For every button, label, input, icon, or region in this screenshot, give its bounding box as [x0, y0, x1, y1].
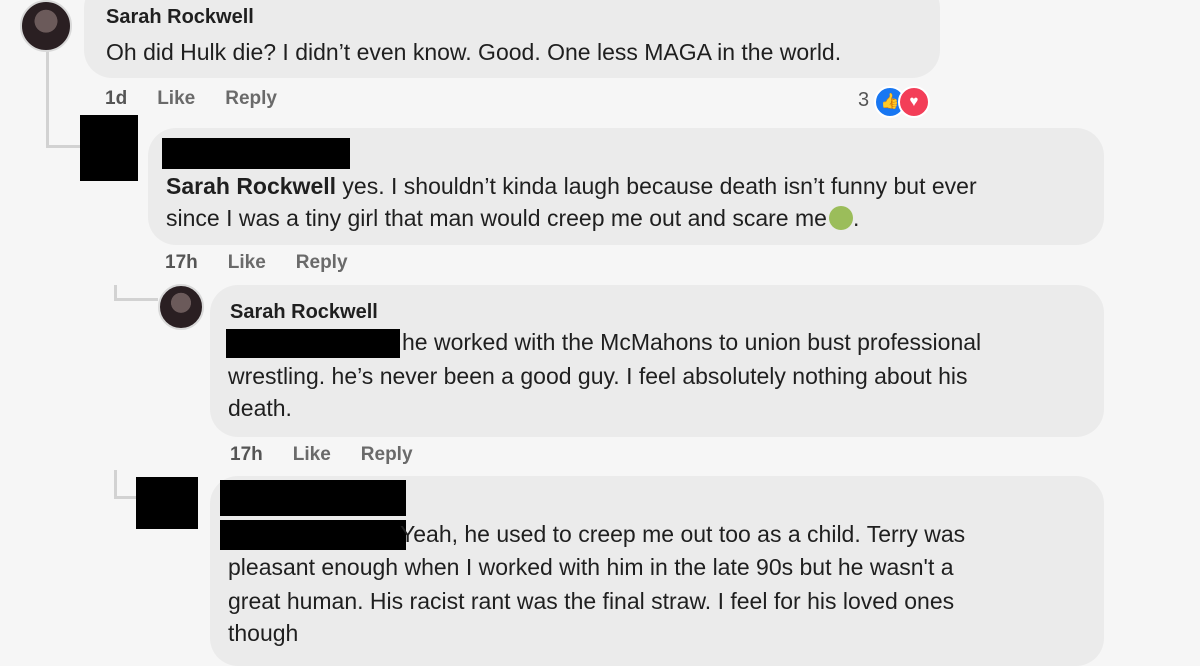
reply-button[interactable]: Reply [225, 88, 277, 110]
thread-line [46, 50, 49, 145]
redacted-name [162, 138, 350, 169]
reaction-count[interactable]: 3 [858, 89, 869, 112]
comment-bubble: Sarah Rockwell he worked with the McMaho… [210, 285, 1104, 437]
avatar[interactable] [20, 0, 72, 52]
mention-link[interactable]: Sarah Rockwell [166, 173, 336, 199]
comment-actions: 17h Like Reply [230, 444, 413, 466]
comment-text: Yeah, he used to creep me out too as a c… [400, 521, 966, 547]
thread-line [114, 298, 158, 301]
love-reaction-icon: ♥ [898, 86, 930, 118]
like-button[interactable]: Like [228, 252, 266, 274]
comment-text: great human. His racist rant was the fin… [228, 588, 955, 614]
comment-text: since I was a tiny girl that man would c… [166, 205, 860, 231]
comment-author[interactable]: Sarah Rockwell [106, 6, 254, 29]
emoji-icon [828, 206, 853, 230]
thread-line [114, 496, 136, 499]
comment-text: pleasant enough when I worked with him i… [228, 554, 954, 580]
thread-line [46, 145, 80, 148]
comment-timestamp[interactable]: 1d [105, 88, 127, 110]
redacted-avatar[interactable] [136, 477, 198, 529]
comment-author[interactable]: Sarah Rockwell [230, 301, 378, 324]
redacted-mention [226, 329, 400, 358]
comment-bubble: Yeah, he used to creep me out too as a c… [210, 476, 1104, 666]
comment-text: death. [228, 395, 292, 421]
comment-text: Oh did Hulk die? I didn’t even know. Goo… [106, 39, 842, 65]
comment-bubble: Sarah Rockwell yes. I shouldn’t kinda la… [148, 128, 1104, 245]
like-button[interactable]: Like [157, 88, 195, 110]
comment-text: he worked with the McMahons to union bus… [402, 329, 982, 355]
redacted-mention [220, 520, 406, 550]
comment-text: wrestling. he’s never been a good guy. I… [228, 363, 968, 389]
redacted-avatar[interactable] [80, 115, 138, 181]
comment-timestamp[interactable]: 17h [165, 252, 198, 274]
comment-actions: 17h Like Reply [165, 252, 348, 274]
redacted-name [220, 480, 406, 516]
comment-text: though [228, 620, 299, 646]
avatar[interactable] [158, 284, 204, 330]
reply-button[interactable]: Reply [296, 252, 348, 274]
comment-bubble: Sarah Rockwell Oh did Hulk die? I didn’t… [84, 0, 940, 78]
thread-line [114, 470, 117, 498]
comment-actions: 1d Like Reply [105, 88, 277, 110]
like-button[interactable]: Like [293, 444, 331, 466]
comment-timestamp[interactable]: 17h [230, 444, 263, 466]
comment-text: Sarah Rockwell yes. I shouldn’t kinda la… [166, 173, 977, 199]
reply-button[interactable]: Reply [361, 444, 413, 466]
